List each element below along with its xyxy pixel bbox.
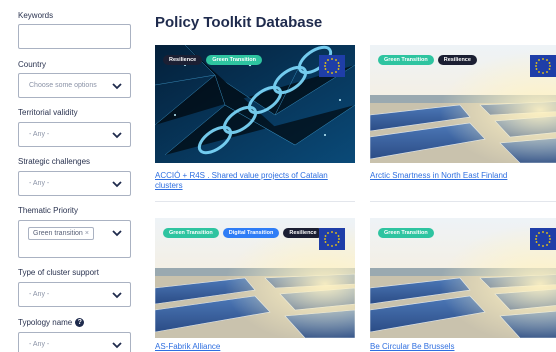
help-icon[interactable]: ?: [75, 318, 85, 328]
chevron-down-icon: [112, 132, 122, 139]
page-title: Policy Toolkit Database: [155, 14, 323, 31]
badge-row: Resilience Green Transition: [163, 55, 262, 65]
eu-flag-icon: [319, 55, 345, 77]
typology-label: Typology name: [18, 318, 73, 327]
thematic-label: Thematic Priority: [18, 206, 79, 215]
tag-remove-icon[interactable]: ×: [85, 230, 89, 237]
badge-resilience: Resilience: [283, 228, 323, 238]
tag-label: Green transition: [33, 230, 83, 237]
chevron-down-icon: [112, 181, 122, 188]
territorial-value: - Any -: [29, 131, 50, 138]
badge-digital-transition: Digital Transition: [222, 228, 280, 238]
eu-flag-icon: [530, 228, 556, 250]
typology-select[interactable]: - Any -: [18, 332, 131, 352]
card-title-link[interactable]: ACCIÓ + R4S . Shared value projects of C…: [155, 171, 355, 191]
card-title-link[interactable]: AS-Fabrik Alliance: [155, 342, 355, 352]
card-title-link[interactable]: Arctic Smartness in North East Finland: [370, 171, 556, 181]
card-image[interactable]: Resilience Green Transition: [155, 45, 355, 163]
keywords-input[interactable]: [18, 24, 131, 49]
typology-label-row: Typology name?: [18, 318, 85, 328]
badge-row: Green Transition Digital Transition Resi…: [163, 228, 323, 238]
country-placeholder: Choose some options: [29, 82, 97, 89]
chevron-down-icon: [112, 342, 122, 349]
strategic-select[interactable]: - Any -: [18, 171, 131, 196]
card-divider: [155, 201, 355, 202]
eu-flag-icon: [530, 55, 556, 77]
strategic-label: Strategic challenges: [18, 157, 91, 166]
card-title-link[interactable]: Be Circular Be Brussels: [370, 342, 556, 352]
card-divider: [370, 201, 556, 202]
chevron-down-icon: [112, 83, 122, 90]
strategic-value: - Any -: [29, 180, 50, 187]
card-image[interactable]: Green Transition Digital Transition Resi…: [155, 218, 355, 338]
thematic-select[interactable]: Green transition ×: [18, 220, 131, 258]
badge-green-transition: Green Transition: [378, 55, 434, 65]
badge-row: Green Transition: [378, 228, 434, 238]
badge-resilience: Resilience: [437, 55, 477, 65]
chevron-down-icon: [112, 292, 122, 299]
support-value: - Any -: [29, 291, 50, 298]
country-label: Country: [18, 60, 47, 69]
badge-green-transition: Green Transition: [163, 228, 219, 238]
keywords-label: Keywords: [18, 11, 54, 20]
support-select[interactable]: - Any -: [18, 282, 131, 307]
badge-row: Green Transition Resilience: [378, 55, 477, 65]
typology-value: - Any -: [29, 341, 50, 348]
badge-resilience: Resilience: [163, 55, 203, 65]
selected-tag: Green transition ×: [28, 227, 94, 240]
chevron-down-icon: [112, 230, 122, 237]
country-select[interactable]: Choose some options: [18, 73, 131, 98]
badge-green-transition: Green Transition: [378, 228, 434, 238]
card-image[interactable]: Green Transition: [370, 218, 556, 338]
eu-flag-icon: [319, 228, 345, 250]
badge-green-transition: Green Transition: [206, 55, 262, 65]
territorial-select[interactable]: - Any -: [18, 122, 131, 147]
filters-sidebar: Keywords Country Choose some options Ter…: [0, 0, 150, 352]
card-image[interactable]: Green Transition Resilience: [370, 45, 556, 163]
territorial-label: Territorial validity: [18, 108, 78, 117]
support-label: Type of cluster support: [18, 268, 99, 277]
